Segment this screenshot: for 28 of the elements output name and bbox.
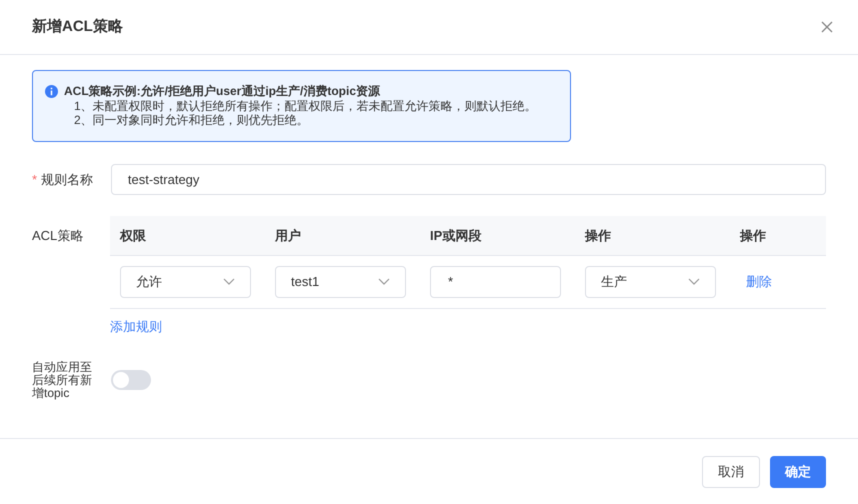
delete-link[interactable]: 删除 [740,274,778,289]
column-header: 操作 [585,226,611,245]
column-header: 权限 [120,226,146,245]
required-mark: * [32,172,38,187]
column-header: 操作 [740,226,766,245]
select-field[interactable]: 生产 [585,266,716,298]
close-icon[interactable] [821,21,833,33]
field-label: ACL策略 [32,228,84,243]
field-label: 自动应用至后续所有新增topic [32,360,93,400]
dialog-title: 新增ACL策略 [32,16,123,37]
info-icon [45,85,58,98]
field-label: 规则名称 [41,172,94,187]
cancel-button[interactable]: 取消 [702,456,760,488]
column-header: IP或网段 [430,226,482,245]
chevron-down-icon [688,278,700,286]
column-header: 用户 [275,226,301,245]
rule-name-input[interactable]: test-strategy [110,164,826,195]
alert-text: 2、同一对象同时允许和拒绝，则优先拒绝。 [73,113,310,127]
input-field[interactable]: * [430,266,561,298]
select-field[interactable]: test1 [275,266,406,298]
add-rule-link[interactable]: 添加规则 [110,317,162,336]
alert-text: 1、未配置权限时，默认拒绝所有操作；配置权限后，若未配置允许策略，则默认拒绝。 [73,99,537,113]
select-field[interactable]: 允许 [120,266,251,298]
toggle-switch[interactable] [111,370,151,390]
confirm-button[interactable]: 确定 [770,456,826,488]
chevron-down-icon [223,278,235,286]
chevron-down-icon [378,278,390,286]
alert-title: ACL策略示例:允许/拒绝用户user通过ip生产/消费topic资源 [64,83,382,99]
